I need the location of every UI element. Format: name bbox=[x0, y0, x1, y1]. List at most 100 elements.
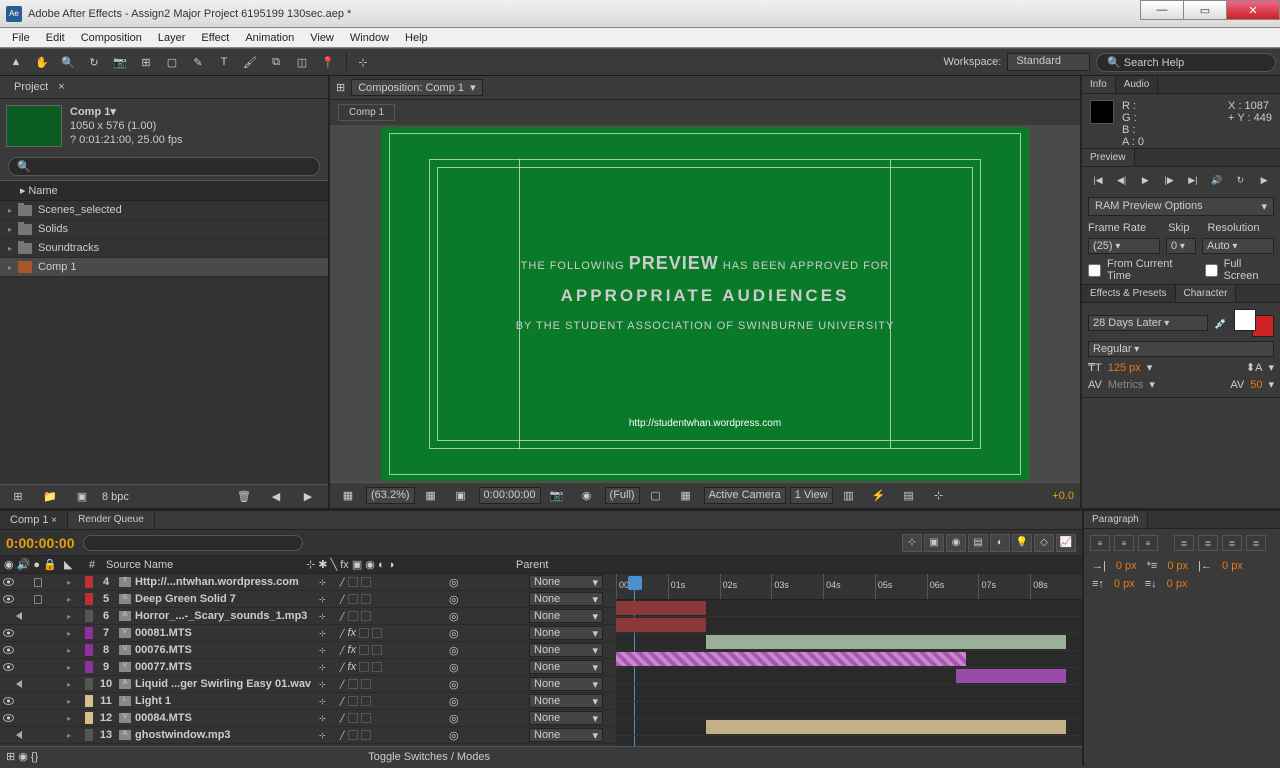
search-help-input[interactable]: 🔍 Search Help bbox=[1096, 53, 1276, 72]
trash-icon[interactable]: 🗑 bbox=[232, 487, 256, 507]
preview-res-select[interactable]: Auto ▾ bbox=[1202, 238, 1274, 254]
brainstorm-icon[interactable]: 💡 bbox=[1012, 534, 1032, 552]
new-folder-icon[interactable]: 📁 bbox=[38, 487, 62, 507]
prev-frame-icon[interactable]: ◀ bbox=[264, 487, 288, 507]
channel-icon[interactable]: ◉ bbox=[575, 486, 599, 506]
bpc-label[interactable]: 8 bpc bbox=[102, 491, 129, 503]
playhead[interactable] bbox=[628, 576, 642, 590]
font-select[interactable]: 28 Days Later ▾ bbox=[1088, 315, 1208, 331]
minimize-button[interactable]: — bbox=[1140, 0, 1184, 20]
indent-left-value[interactable]: 0 px bbox=[1116, 560, 1137, 572]
motion-blur-icon[interactable]: ◐ bbox=[990, 534, 1010, 552]
project-search[interactable]: 🔍 bbox=[8, 157, 320, 176]
resolution-select[interactable]: (Full) bbox=[605, 487, 640, 504]
transparency-icon[interactable]: ▦ bbox=[674, 486, 698, 506]
project-item[interactable]: ▸Soundtracks bbox=[0, 239, 328, 258]
project-item[interactable]: ▸Scenes_selected bbox=[0, 201, 328, 220]
last-frame-icon[interactable]: ▶| bbox=[1185, 173, 1201, 187]
next-frame-icon[interactable]: |▶ bbox=[1161, 173, 1177, 187]
toggle-switches-label[interactable]: Toggle Switches / Modes bbox=[368, 751, 490, 763]
comp-mini-flowchart-icon[interactable]: ⊹ bbox=[902, 534, 922, 552]
kerning-value[interactable]: Metrics bbox=[1108, 379, 1143, 391]
rotate-tool[interactable]: ↻ bbox=[82, 52, 106, 72]
loop-icon[interactable]: ↻ bbox=[1232, 173, 1248, 187]
menu-layer[interactable]: Layer bbox=[150, 30, 194, 46]
menu-file[interactable]: File bbox=[4, 30, 38, 46]
camera-tool[interactable]: 📷 bbox=[108, 52, 132, 72]
comp-tab[interactable]: Comp 1 bbox=[338, 104, 395, 121]
composition-viewer[interactable]: THE FOLLOWING PREVIEW HAS BEEN APPROVED … bbox=[381, 127, 1029, 481]
layer-bar[interactable] bbox=[616, 601, 706, 615]
framerate-select[interactable]: (25) ▾ bbox=[1088, 238, 1160, 254]
shape-tool[interactable]: ▢ bbox=[160, 52, 184, 72]
layer-bar[interactable] bbox=[706, 720, 1066, 734]
skip-select[interactable]: 0 ▾ bbox=[1166, 238, 1196, 254]
auto-keyframe-icon[interactable]: ◇ bbox=[1034, 534, 1054, 552]
prev-frame-icon[interactable]: ◀| bbox=[1114, 173, 1130, 187]
menu-help[interactable]: Help bbox=[397, 30, 436, 46]
layer-bar[interactable] bbox=[616, 618, 706, 632]
layer-bar[interactable] bbox=[616, 652, 966, 666]
align-right-icon[interactable]: ≡ bbox=[1138, 535, 1158, 551]
eyedropper-icon[interactable]: 💉 bbox=[1214, 317, 1228, 330]
play-icon[interactable]: ▶ bbox=[1137, 173, 1153, 187]
parent-column[interactable]: Parent bbox=[512, 559, 602, 571]
composition-dropdown[interactable]: Composition: Comp 1 ▾ bbox=[351, 79, 482, 96]
layer-row[interactable]: ▸ 13 Aghostwindow.mp3 ⊹ ╱ ◎ None▾ bbox=[0, 727, 616, 744]
next-frame-icon[interactable]: ▶ bbox=[296, 487, 320, 507]
menu-edit[interactable]: Edit bbox=[38, 30, 73, 46]
full-screen-checkbox[interactable] bbox=[1205, 264, 1218, 277]
layer-bar[interactable] bbox=[956, 669, 1066, 683]
space-before-value[interactable]: 0 px bbox=[1114, 578, 1135, 590]
tracking-value[interactable]: 50 bbox=[1250, 379, 1262, 391]
layer-row[interactable]: ▸ 7 V00081.MTS ⊹ ╱ fx ◎ None▾ bbox=[0, 625, 616, 642]
snapshot-icon[interactable]: 📷 bbox=[545, 486, 569, 506]
puppet-tool[interactable]: 📍 bbox=[316, 52, 340, 72]
menu-animation[interactable]: Animation bbox=[237, 30, 302, 46]
justify-center-icon[interactable]: ≣ bbox=[1198, 535, 1218, 551]
layer-row[interactable]: ▸ 5 SDeep Green Solid 7 ⊹ ╱ ◎ None▾ bbox=[0, 591, 616, 608]
timeline-icon[interactable]: ▤ bbox=[897, 486, 921, 506]
layer-row[interactable]: ▸ 12 V00084.MTS ⊹ ╱ ◎ None▾ bbox=[0, 710, 616, 727]
layer-row[interactable]: ▸ 11 LLight 1 ⊹ ╱ ◎ None▾ bbox=[0, 693, 616, 710]
view-layout-select[interactable]: 1 View bbox=[790, 487, 833, 504]
justify-left-icon[interactable]: ≣ bbox=[1174, 535, 1194, 551]
character-tab[interactable]: Character bbox=[1176, 285, 1237, 302]
roi-icon[interactable]: ▢ bbox=[644, 486, 668, 506]
space-after-value[interactable]: 0 px bbox=[1167, 578, 1188, 590]
font-size-value[interactable]: 125 px bbox=[1108, 362, 1141, 374]
comp-flowchart-icon[interactable]: ⊞ bbox=[336, 81, 345, 94]
indent-first-value[interactable]: 0 px bbox=[1167, 560, 1188, 572]
info-tab[interactable]: Info bbox=[1082, 76, 1116, 93]
brush-tool[interactable]: 🖌 bbox=[238, 52, 262, 72]
preview-tab[interactable]: Preview bbox=[1082, 149, 1135, 166]
project-item[interactable]: ▸Comp 1 bbox=[0, 258, 328, 277]
workspace-select[interactable]: Standard bbox=[1007, 53, 1090, 71]
font-style-select[interactable]: Regular ▾ bbox=[1088, 341, 1274, 357]
camera-select[interactable]: Active Camera bbox=[704, 487, 786, 504]
hand-tool[interactable]: ✋ bbox=[30, 52, 54, 72]
menu-effect[interactable]: Effect bbox=[193, 30, 237, 46]
align-left-icon[interactable]: ≡ bbox=[1090, 535, 1110, 551]
layer-bar[interactable] bbox=[706, 635, 1066, 649]
flowchart-icon[interactable]: ⊹ bbox=[927, 486, 951, 506]
draft-3d-icon[interactable]: ▣ bbox=[924, 534, 944, 552]
zoom-tool[interactable]: 🔍 bbox=[56, 52, 80, 72]
new-comp-icon[interactable]: ▣ bbox=[70, 487, 94, 507]
hide-shy-icon[interactable]: ◉ bbox=[946, 534, 966, 552]
pen-tool[interactable]: ✎ bbox=[186, 52, 210, 72]
maximize-button[interactable]: ▭ bbox=[1183, 0, 1227, 20]
grid-icon[interactable]: ▦ bbox=[419, 486, 443, 506]
timecode[interactable]: 0:00:00:00 bbox=[6, 535, 75, 551]
graph-editor-icon[interactable]: 📈 bbox=[1056, 534, 1076, 552]
timeline-comp-tab[interactable]: Comp 1 × bbox=[0, 511, 68, 529]
source-name-column[interactable]: Source Name bbox=[102, 559, 302, 571]
fill-stroke-swatch[interactable] bbox=[1234, 309, 1274, 337]
menu-view[interactable]: View bbox=[302, 30, 342, 46]
effects-presets-tab[interactable]: Effects & Presets bbox=[1082, 285, 1176, 302]
pan-behind-tool[interactable]: ⊞ bbox=[134, 52, 158, 72]
indent-right-value[interactable]: 0 px bbox=[1222, 560, 1243, 572]
project-name-column[interactable]: Name bbox=[28, 185, 57, 197]
close-button[interactable]: ✕ bbox=[1226, 0, 1280, 20]
first-frame-icon[interactable]: |◀ bbox=[1090, 173, 1106, 187]
